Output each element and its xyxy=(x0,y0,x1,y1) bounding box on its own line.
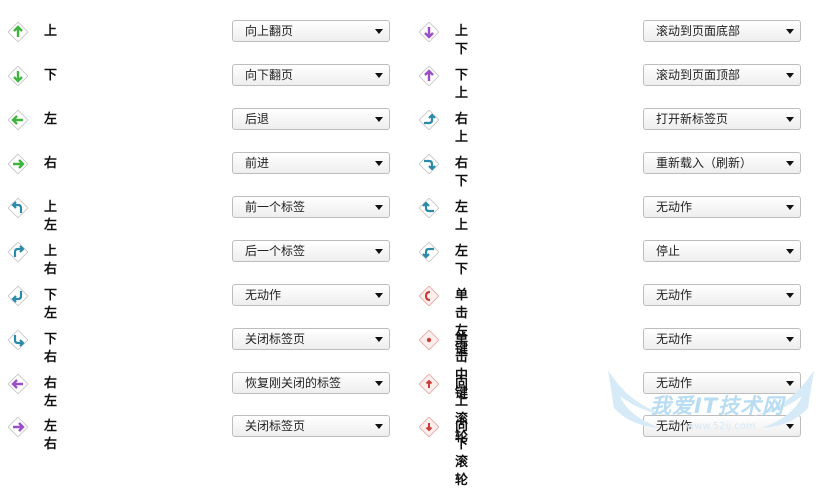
gesture-label: 右左 xyxy=(44,376,58,409)
action-select[interactable]: 无动作 xyxy=(232,284,390,306)
gesture-label: 右上 xyxy=(455,112,469,145)
selected-value: 前一个标签 xyxy=(245,200,306,214)
gesture-label: 下上 xyxy=(455,68,469,101)
selected-value: 恢复刚关闭的标签 xyxy=(245,376,342,390)
arrow-left-icon xyxy=(8,110,28,130)
selected-value: 打开新标签页 xyxy=(656,112,729,126)
gesture-label: 左下 xyxy=(455,244,469,277)
selected-value: 前进 xyxy=(245,156,270,170)
action-select[interactable]: 后退 xyxy=(232,108,390,130)
dropdown-arrow-icon xyxy=(375,249,383,254)
selected-value: 无动作 xyxy=(656,376,693,390)
dropdown-arrow-icon xyxy=(375,205,383,210)
gesture-label: 左右 xyxy=(44,419,58,452)
up-down-icon xyxy=(419,22,439,42)
dropdown-arrow-icon xyxy=(375,424,383,429)
selected-value: 无动作 xyxy=(245,288,282,302)
dropdown-arrow-icon xyxy=(375,161,383,166)
left-down-icon xyxy=(419,242,439,262)
selected-value: 后一个标签 xyxy=(245,244,306,258)
action-select[interactable]: 无动作 xyxy=(643,372,801,394)
gesture-label: 右下 xyxy=(455,156,469,189)
wheel-up-icon xyxy=(419,374,439,394)
dropdown-arrow-icon xyxy=(375,29,383,34)
left-click-icon xyxy=(419,286,439,306)
selected-value: 无动作 xyxy=(656,200,693,214)
dropdown-arrow-icon xyxy=(375,117,383,122)
left-up-icon xyxy=(419,198,439,218)
selected-value: 无动作 xyxy=(656,288,693,302)
gesture-label: 上下 xyxy=(455,24,469,57)
selected-value: 向下翻页 xyxy=(245,68,294,82)
arrow-up-icon xyxy=(8,22,28,42)
right-down-icon xyxy=(419,154,439,174)
turn-up-right-icon xyxy=(8,242,28,262)
dropdown-arrow-icon xyxy=(786,161,794,166)
dropdown-arrow-icon xyxy=(786,337,794,342)
dropdown-arrow-icon xyxy=(786,249,794,254)
gesture-label: 下左 xyxy=(44,288,58,321)
selected-value: 滚动到页面顶部 xyxy=(656,68,741,82)
arrow-right-icon xyxy=(8,154,28,174)
action-select[interactable]: 停止 xyxy=(643,240,801,262)
right-up-icon xyxy=(419,110,439,130)
selected-value: 重新载入（刷新） xyxy=(656,156,753,170)
gesture-label: 左 xyxy=(44,112,58,127)
gesture-label: 上左 xyxy=(44,200,58,233)
action-select[interactable]: 无动作 xyxy=(643,196,801,218)
selected-value: 无动作 xyxy=(656,332,693,346)
down-up-icon xyxy=(419,66,439,86)
selected-value: 关闭标签页 xyxy=(245,332,306,346)
turn-down-right-icon xyxy=(8,330,28,350)
action-select[interactable]: 打开新标签页 xyxy=(643,108,801,130)
dropdown-arrow-icon xyxy=(375,381,383,386)
dropdown-arrow-icon xyxy=(375,73,383,78)
action-select[interactable]: 滚动到页面顶部 xyxy=(643,64,801,86)
gesture-label: 下右 xyxy=(44,332,58,365)
action-select[interactable]: 滚动到页面底部 xyxy=(643,20,801,42)
action-select[interactable]: 重新载入（刷新） xyxy=(643,152,801,174)
action-select[interactable]: 向下翻页 xyxy=(232,64,390,86)
action-select[interactable]: 无动作 xyxy=(643,284,801,306)
action-select[interactable]: 无动作 xyxy=(643,415,801,437)
right-left-icon xyxy=(8,374,28,394)
turn-down-left-icon xyxy=(8,286,28,306)
action-select[interactable]: 前一个标签 xyxy=(232,196,390,218)
action-select[interactable]: 关闭标签页 xyxy=(232,328,390,350)
dropdown-arrow-icon xyxy=(786,117,794,122)
gesture-label: 上 xyxy=(44,24,58,39)
gesture-label: 上右 xyxy=(44,244,58,277)
arrow-down-icon xyxy=(8,66,28,86)
dropdown-arrow-icon xyxy=(786,424,794,429)
action-select[interactable]: 向上翻页 xyxy=(232,20,390,42)
gesture-label: 右 xyxy=(44,156,58,171)
dropdown-arrow-icon xyxy=(786,205,794,210)
selected-value: 滚动到页面底部 xyxy=(656,24,741,38)
action-select[interactable]: 恢复刚关闭的标签 xyxy=(232,372,390,394)
gesture-label: 向下滚轮 xyxy=(455,419,469,488)
selected-value: 向上翻页 xyxy=(245,24,294,38)
action-select[interactable]: 关闭标签页 xyxy=(232,415,390,437)
wheel-down-icon xyxy=(419,417,439,437)
action-select[interactable]: 后一个标签 xyxy=(232,240,390,262)
turn-up-left-icon xyxy=(8,198,28,218)
dropdown-arrow-icon xyxy=(786,293,794,298)
left-right-icon xyxy=(8,417,28,437)
selected-value: 停止 xyxy=(656,244,681,258)
selected-value: 无动作 xyxy=(656,419,693,433)
dropdown-arrow-icon xyxy=(375,337,383,342)
dropdown-arrow-icon xyxy=(786,73,794,78)
dropdown-arrow-icon xyxy=(786,29,794,34)
action-select[interactable]: 前进 xyxy=(232,152,390,174)
gesture-label: 左上 xyxy=(455,200,469,233)
selected-value: 后退 xyxy=(245,112,270,126)
action-select[interactable]: 无动作 xyxy=(643,328,801,350)
selected-value: 关闭标签页 xyxy=(245,419,306,433)
dropdown-arrow-icon xyxy=(786,381,794,386)
middle-click-icon xyxy=(419,330,439,350)
gesture-label: 下 xyxy=(44,68,58,83)
dropdown-arrow-icon xyxy=(375,293,383,298)
